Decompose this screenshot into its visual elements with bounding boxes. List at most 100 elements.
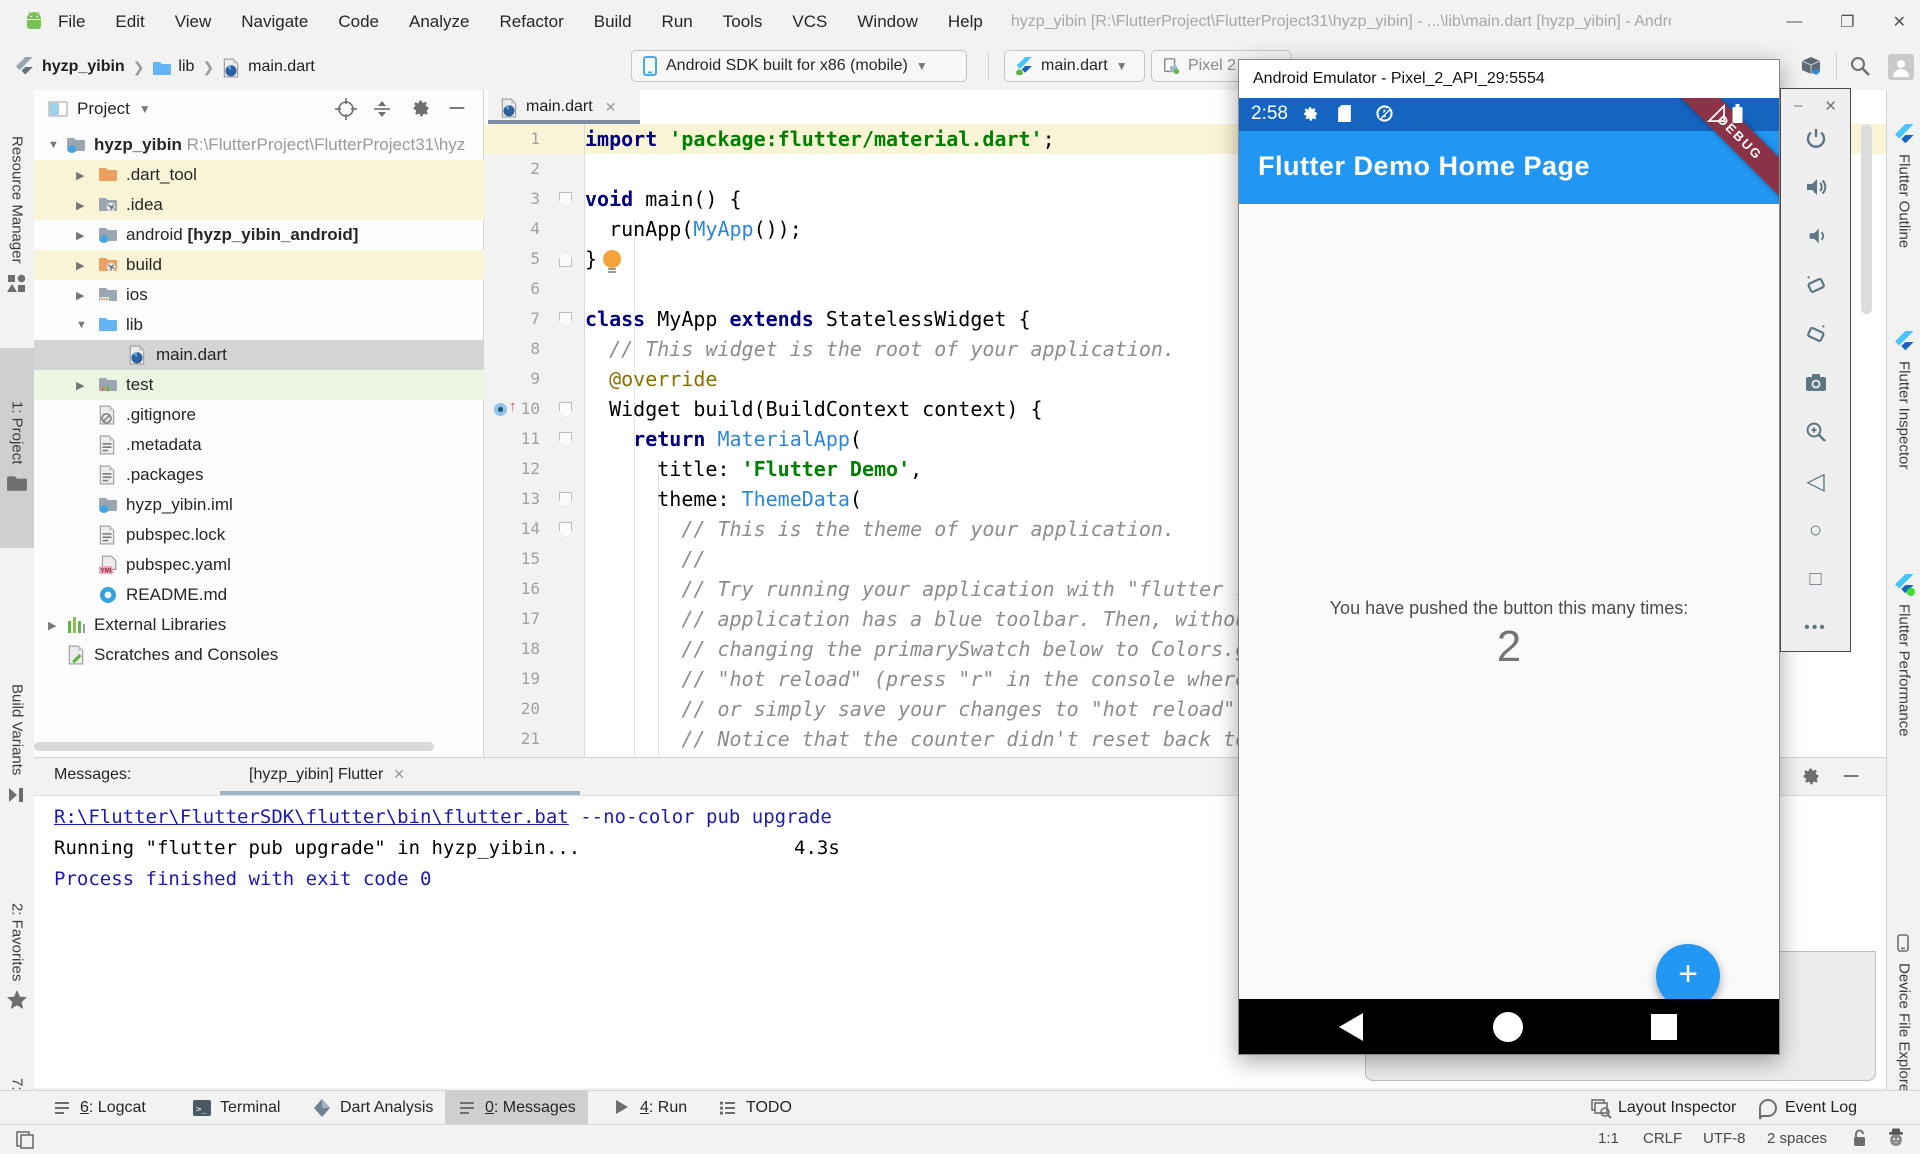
horizontal-scrollbar[interactable] bbox=[34, 742, 434, 751]
stripe-button-flutter-inspector[interactable]: Flutter Inspector bbox=[1887, 300, 1920, 500]
stripe-button-2-favorites[interactable]: 2: Favorites bbox=[0, 872, 34, 1042]
menu-vcs[interactable]: VCS bbox=[792, 12, 827, 32]
tree-expand-arrow[interactable]: ▶ bbox=[48, 619, 56, 632]
toolwindow-button-0-messages[interactable]: 0: Messages bbox=[445, 1091, 588, 1124]
tree-item-test[interactable]: ▶test bbox=[34, 370, 484, 400]
menu-edit[interactable]: Edit bbox=[115, 12, 144, 32]
tree-item-External Libraries[interactable]: ▶External Libraries bbox=[34, 610, 484, 640]
toolwindow-button-4-run[interactable]: 4: Run bbox=[600, 1091, 699, 1124]
emulator-more-button[interactable]: ••• bbox=[1801, 613, 1831, 643]
emulator-camera-button[interactable] bbox=[1801, 368, 1831, 398]
gear-icon[interactable] bbox=[1800, 765, 1824, 789]
tree-expand-arrow[interactable]: ▶ bbox=[76, 199, 84, 212]
tree-item-ios[interactable]: ▶ios bbox=[34, 280, 484, 310]
close-button[interactable]: ✕ bbox=[1893, 12, 1906, 32]
tree-item-lib[interactable]: ▼lib bbox=[34, 310, 484, 340]
toolwindow-button-layout-inspector[interactable]: Layout Inspector bbox=[1578, 1091, 1748, 1124]
emulator-volume-up-button[interactable] bbox=[1801, 172, 1831, 202]
tab-main-dart[interactable]: main.dart ✕ bbox=[488, 90, 640, 124]
project-view-selector[interactable]: Project ▼ bbox=[48, 99, 151, 119]
emulator-overview-button[interactable]: □ bbox=[1801, 564, 1831, 594]
menu-run[interactable]: Run bbox=[662, 12, 693, 32]
tree-item-android[interactable]: ▶android [hyzp_yibin_android] bbox=[34, 220, 484, 250]
close-tab-icon[interactable]: ✕ bbox=[605, 99, 617, 116]
fold-marker[interactable] bbox=[559, 312, 572, 327]
fold-marker[interactable] bbox=[559, 192, 572, 207]
status-2-spaces[interactable]: 2 spaces bbox=[1767, 1130, 1827, 1147]
hide-panel-icon[interactable] bbox=[446, 97, 470, 121]
tree-item-hyzp_yibin.iml[interactable]: hyzp_yibin.iml bbox=[34, 490, 484, 520]
restore-windows-icon[interactable] bbox=[14, 1129, 36, 1151]
toolwindow-button-todo[interactable]: TODO bbox=[706, 1091, 804, 1124]
locate-file-icon[interactable] bbox=[334, 97, 358, 121]
toolwindow-button-event-log[interactable]: Event Log bbox=[1745, 1091, 1869, 1124]
messages-tab[interactable]: [hyzp_yibin] Flutter ✕ bbox=[249, 766, 405, 784]
menu-file[interactable]: File bbox=[58, 12, 85, 32]
emulator-title-bar[interactable]: Android Emulator - Pixel_2_API_29:5554 bbox=[1239, 60, 1779, 98]
tree-item-.packages[interactable]: .packages bbox=[34, 460, 484, 490]
emulator-home-button[interactable]: ○ bbox=[1801, 515, 1831, 545]
tree-item-.dart_tool[interactable]: ▶.dart_tool bbox=[34, 160, 484, 190]
tree-item-pubspec.lock[interactable]: pubspec.lock bbox=[34, 520, 484, 550]
tree-expand-arrow[interactable]: ▼ bbox=[48, 139, 59, 151]
gear-icon[interactable] bbox=[410, 97, 434, 121]
stripe-button-resource-manager[interactable]: Resource Manager bbox=[0, 100, 34, 330]
menu-window[interactable]: Window bbox=[857, 12, 917, 32]
fold-marker[interactable] bbox=[559, 402, 572, 417]
tree-item-Scratches and Consoles[interactable]: Scratches and Consoles bbox=[34, 640, 484, 670]
tree-item-pubspec.yaml[interactable]: YMLpubspec.yaml bbox=[34, 550, 484, 580]
menu-navigate[interactable]: Navigate bbox=[241, 12, 308, 32]
tree-item-main.dart[interactable]: main.dart bbox=[34, 340, 484, 370]
nav-home-button[interactable] bbox=[1493, 1012, 1523, 1042]
breadcrumb-lib[interactable]: lib bbox=[178, 58, 194, 76]
tree-item-hyzp_yibin[interactable]: ▼hyzp_yibin R:\FlutterProject\FlutterPro… bbox=[34, 130, 484, 160]
breadcrumb-file[interactable]: main.dart bbox=[248, 58, 315, 76]
close-tab-icon[interactable]: ✕ bbox=[393, 766, 405, 784]
maximize-button[interactable]: ❐ bbox=[1840, 12, 1854, 32]
breadcrumb-project[interactable]: hyzp_yibin bbox=[42, 58, 125, 76]
menu-code[interactable]: Code bbox=[338, 12, 379, 32]
toolwindow-button-dart-analysis[interactable]: Dart Analysis bbox=[300, 1091, 445, 1124]
menu-view[interactable]: View bbox=[175, 12, 212, 32]
stripe-button-1-project[interactable]: 1: Project bbox=[0, 348, 34, 548]
hide-panel-icon[interactable] bbox=[1840, 765, 1864, 789]
override-marker-icon[interactable]: ↑ bbox=[494, 402, 524, 417]
run-config-selector[interactable]: main.dart ▼ bbox=[1004, 50, 1145, 82]
hector-inspections-icon[interactable] bbox=[1886, 1128, 1908, 1150]
stripe-button-flutter-performance[interactable]: Flutter Performance bbox=[1887, 540, 1920, 770]
tree-item-build[interactable]: ▶build bbox=[34, 250, 484, 280]
fold-marker[interactable] bbox=[559, 492, 572, 507]
fold-marker[interactable] bbox=[559, 432, 572, 447]
editor-scrollbar[interactable] bbox=[1861, 124, 1872, 314]
sdk-manager-icon[interactable] bbox=[1798, 54, 1824, 80]
nav-overview-button[interactable] bbox=[1651, 1014, 1677, 1040]
menu-help[interactable]: Help bbox=[948, 12, 983, 32]
emulator-rotate-left-button[interactable] bbox=[1801, 270, 1831, 300]
tree-item-.metadata[interactable]: .metadata bbox=[34, 430, 484, 460]
tree-item-README.md[interactable]: README.md bbox=[34, 580, 484, 610]
fold-marker[interactable] bbox=[559, 252, 572, 267]
stripe-button-flutter-outline[interactable]: Flutter Outline bbox=[1887, 96, 1920, 276]
tree-expand-arrow[interactable]: ▶ bbox=[76, 379, 84, 392]
tree-item-.idea[interactable]: ▶.idea bbox=[34, 190, 484, 220]
fold-marker[interactable] bbox=[559, 522, 572, 537]
tree-expand-arrow[interactable]: ▶ bbox=[76, 169, 84, 182]
search-everywhere-icon[interactable] bbox=[1848, 54, 1874, 80]
menu-build[interactable]: Build bbox=[594, 12, 632, 32]
emulator-close-button[interactable]: ✕ bbox=[1824, 97, 1837, 115]
toolwindow-button-terminal[interactable]: >_Terminal bbox=[180, 1091, 292, 1124]
lock-icon[interactable] bbox=[1848, 1128, 1870, 1150]
quickfix-bulb-icon[interactable] bbox=[601, 250, 623, 274]
tree-item-.gitignore[interactable]: .gitignore bbox=[34, 400, 484, 430]
tree-expand-arrow[interactable]: ▼ bbox=[76, 319, 87, 331]
emulator-volume-down-button[interactable] bbox=[1801, 221, 1831, 251]
collapse-all-icon[interactable] bbox=[370, 97, 394, 121]
emulator-back-button[interactable]: ◁ bbox=[1801, 466, 1831, 496]
menu-analyze[interactable]: Analyze bbox=[409, 12, 469, 32]
emulator-screen[interactable]: 2:58 Flutter Demo Home Page DEBUG You ha… bbox=[1239, 98, 1779, 1054]
nav-back-button[interactable] bbox=[1339, 1013, 1363, 1041]
toolwindow-button-6-logcat[interactable]: 6: Logcat bbox=[40, 1091, 158, 1124]
emulator-minimize-button[interactable]: – bbox=[1794, 97, 1802, 115]
stripe-button-build-variants[interactable]: Build Variants bbox=[0, 640, 34, 850]
minimize-button[interactable]: — bbox=[1786, 13, 1802, 31]
